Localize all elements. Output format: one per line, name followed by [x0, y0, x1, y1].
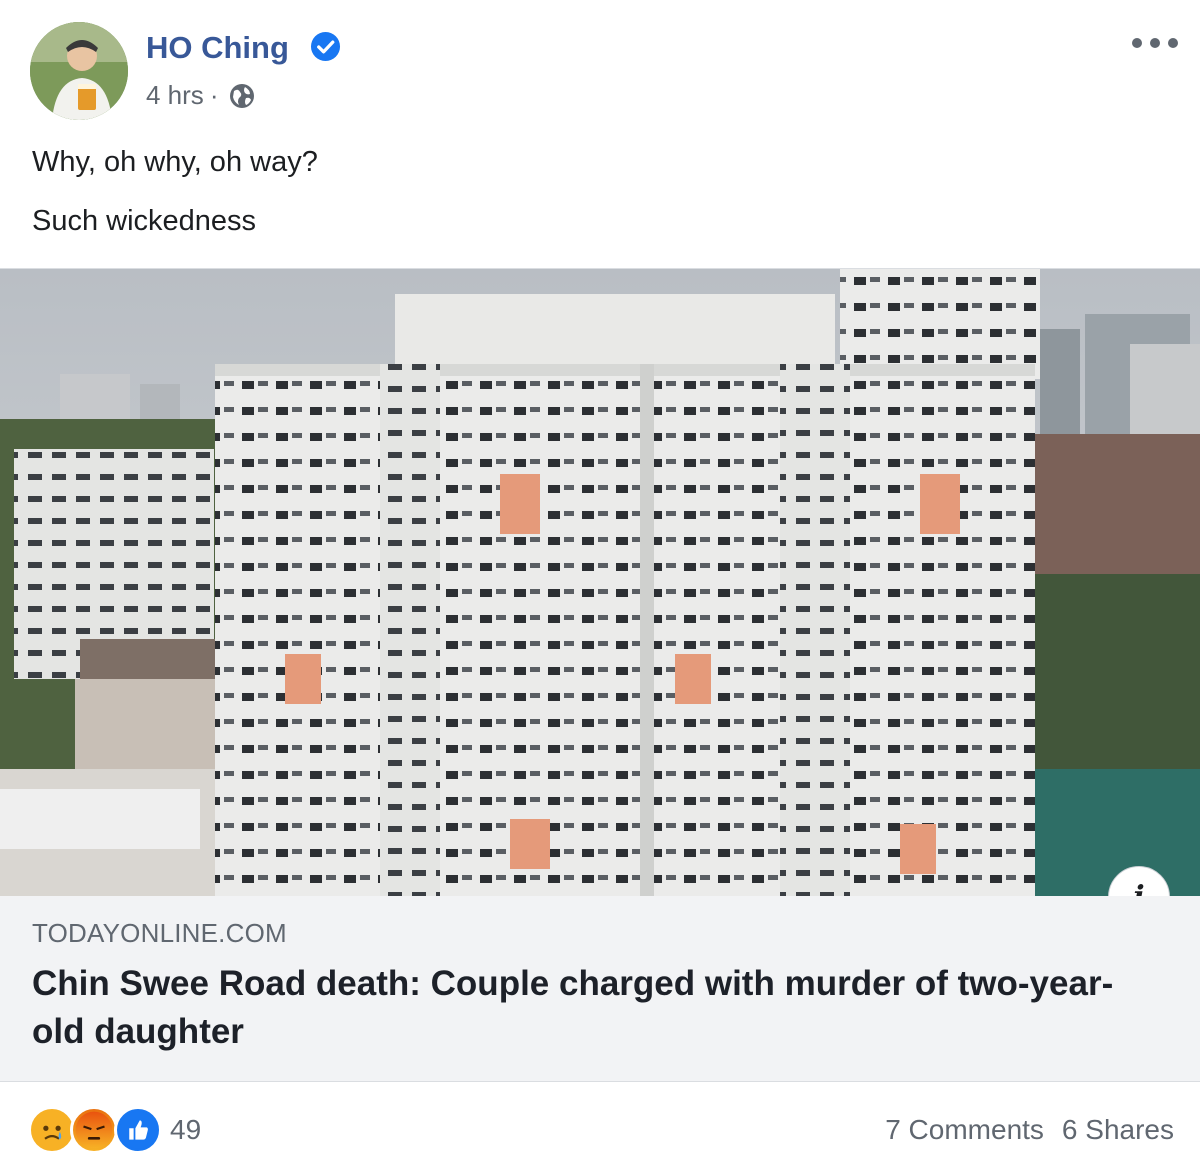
comments-link[interactable]: 7 Comments	[885, 1114, 1044, 1146]
engagement-stats: 7 Comments 6 Shares	[885, 1114, 1174, 1146]
more-dot-icon	[1132, 38, 1142, 48]
post-text-line: Such wickedness	[32, 205, 257, 237]
globe-icon[interactable]	[228, 82, 256, 110]
shares-link[interactable]: 6 Shares	[1062, 1114, 1174, 1146]
post-text-line: Why, oh why, oh way?	[32, 146, 318, 178]
reactions-summary[interactable]	[28, 1106, 168, 1156]
author-name[interactable]: HO Ching	[146, 30, 289, 66]
link-preview-image[interactable]	[0, 268, 1200, 896]
meta-separator: ·	[209, 80, 219, 110]
building-photo	[0, 269, 1200, 896]
angry-reaction-icon	[70, 1106, 118, 1154]
verified-badge-icon	[310, 31, 341, 62]
like-reaction-icon	[114, 1106, 162, 1154]
sad-reaction-icon	[28, 1106, 76, 1154]
avatar-image	[30, 22, 128, 120]
author-avatar[interactable]	[30, 22, 128, 120]
facebook-post: HO Ching 4 hrs · Why, oh why, oh way? Su…	[0, 0, 1200, 1170]
reaction-count[interactable]: 49	[170, 1114, 201, 1146]
link-domain: TODAYONLINE.COM	[32, 918, 287, 948]
more-options-button[interactable]	[1132, 28, 1178, 58]
link-headline[interactable]: Chin Swee Road death: Couple charged wit…	[32, 960, 1152, 1056]
post-timestamp[interactable]: 4 hrs	[146, 80, 204, 111]
post-meta: 4 hrs ·	[146, 80, 256, 111]
more-dot-icon	[1168, 38, 1178, 48]
more-dot-icon	[1150, 38, 1160, 48]
